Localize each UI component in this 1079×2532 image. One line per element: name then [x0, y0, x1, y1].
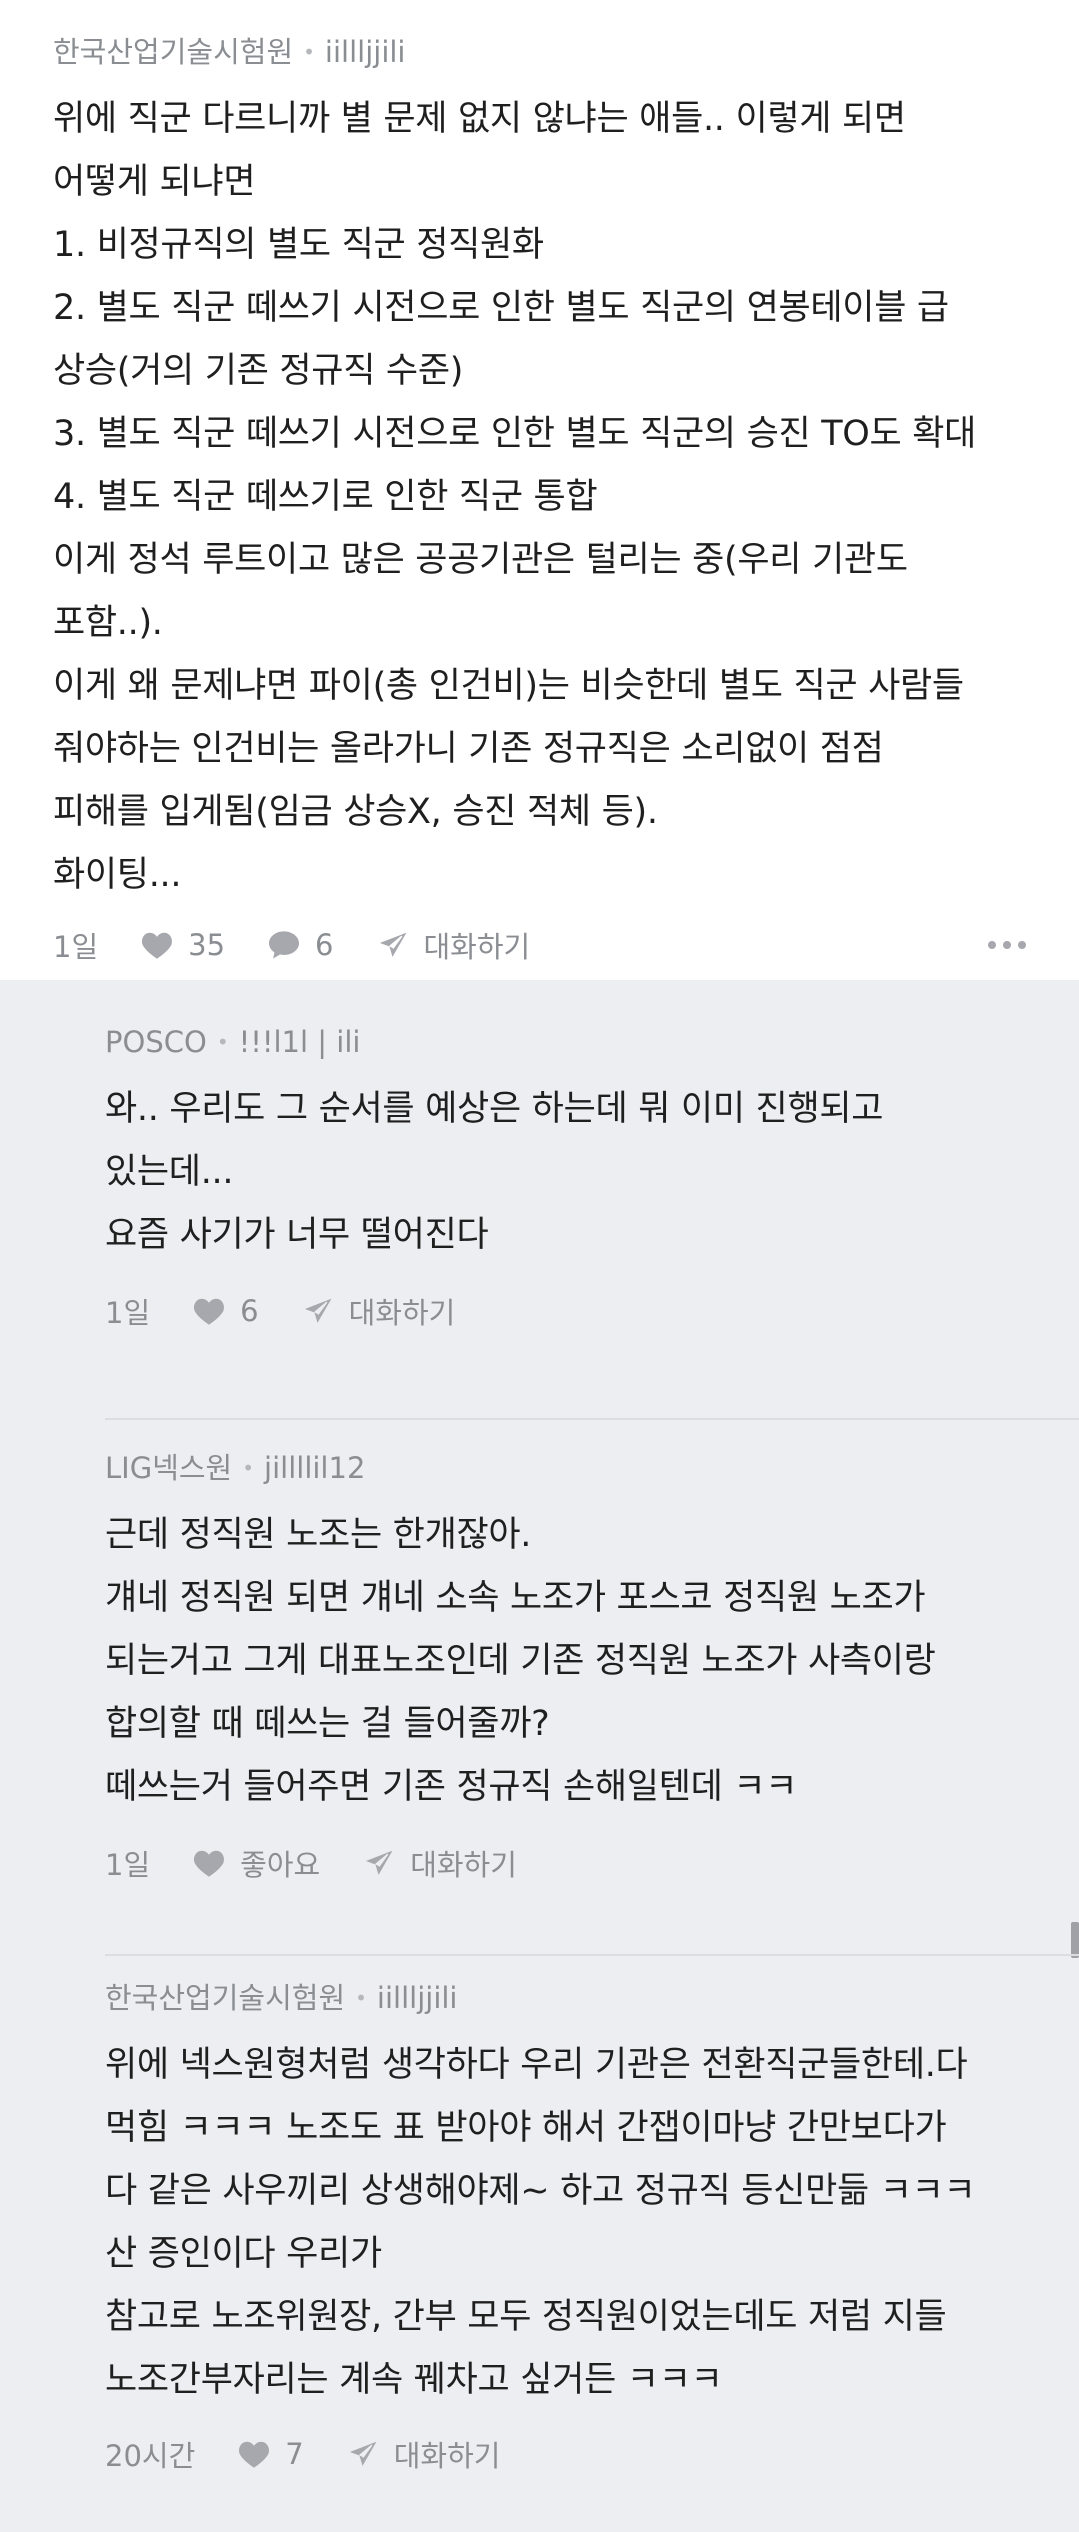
chat-label: 대화하기 [348, 1296, 456, 1330]
comment-line: 이게 왜 문제냐면 파이(총 인건비)는 비슷한데 별도 직군 사람들 [53, 666, 964, 706]
heart-icon [194, 1850, 225, 1877]
comment-bubble-icon [269, 931, 300, 959]
chat-button[interactable]: 대화하기 [300, 1290, 456, 1332]
comment-line: 3. 별도 직군 떼쓰기 시전으로 인한 별도 직군의 승진 TO도 확대 [53, 414, 977, 454]
comment-time: 1일 [53, 930, 99, 964]
comment-line: 이게 정석 루트이고 많은 공공기관은 털리는 중(우리 기관도 [53, 540, 908, 580]
like-button[interactable]: 6 [192, 1294, 259, 1328]
reply-line: 위에 넥스원형처럼 생각하다 우리 기관은 전환직군들한테.다 [105, 2045, 968, 2085]
chat-label: 대화하기 [410, 1848, 517, 1882]
like-button[interactable]: 좋아요 [192, 1842, 320, 1884]
reply-item: LIG넥스원 • jillllil12 근데 정직원 노조는 한개잖아. 걔네 … [105, 1446, 1079, 1887]
author-company[interactable]: 한국산업기술시험원 [105, 1976, 345, 2020]
replies-section: POSCO • !!!l1l | ili 와.. 우리도 그 순서를 예상은 하… [0, 980, 1079, 2532]
comment-line: 피해를 입게됨(임금 상승X, 승진 적체 등). [53, 792, 658, 832]
reply-time: 1일 [105, 1848, 151, 1882]
reply-line: 걔네 정직원 되면 걔네 소속 노조가 포스코 정직원 노조가 [105, 1578, 926, 1618]
meta-separator: • [355, 1986, 367, 2010]
comment-line: 화이팅... [53, 855, 182, 895]
chat-label: 대화하기 [393, 2439, 501, 2473]
reply-time: 20시간 [105, 2439, 196, 2473]
reply-item: 한국산업기술시험원 • iillljjili 위에 넥스원형처럼 생각하다 우리… [105, 1976, 1079, 2478]
reply-line: 먹힘 ㅋㅋㅋ 노조도 표 받아야 해서 간잽이마냥 간만보다가 [105, 2108, 947, 2148]
dot-icon [1003, 941, 1011, 949]
meta-separator: • [216, 1030, 229, 1054]
reply-time: 1일 [105, 1296, 151, 1330]
like-count: 6 [240, 1294, 259, 1328]
comment-line: 어떻게 되냐면 [53, 162, 256, 202]
author-nickname[interactable]: iillljjili [325, 30, 406, 74]
like-label: 좋아요 [240, 1848, 321, 1882]
reply-item: POSCO • !!!l1l | ili 와.. 우리도 그 순서를 예상은 하… [105, 1020, 1079, 1335]
author-company[interactable]: LIG넥스원 [105, 1446, 232, 1490]
like-button[interactable]: 7 [237, 2437, 304, 2471]
reply-actions: 20시간 7 대화하기 [105, 2430, 1079, 2478]
reply-line: 요즘 사기가 너무 떨어진다 [105, 1215, 489, 1255]
more-options-button[interactable] [988, 941, 1026, 949]
reply-divider [105, 1954, 1079, 1956]
comment-body: 위에 직군 다르니까 별 문제 없지 않냐는 애들.. 이렇게 되면 어떻게 되… [53, 88, 1026, 907]
reply-line: 있는데... [105, 1152, 234, 1192]
like-count: 35 [188, 928, 226, 962]
scrollbar-thumb[interactable] [1071, 1922, 1079, 1958]
meta-separator: • [242, 1456, 255, 1480]
comment-line: 포함..). [53, 603, 163, 643]
author-company[interactable]: POSCO [105, 1020, 207, 1064]
heart-icon [142, 932, 173, 959]
like-button[interactable]: 35 [140, 928, 225, 962]
send-icon [362, 1848, 396, 1878]
author-company[interactable]: 한국산업기술시험원 [53, 30, 293, 74]
heart-icon [239, 2441, 270, 2468]
comment-actions: 1일 35 6 대화하기 [53, 921, 1026, 969]
comment-line: 상승(거의 기존 정규직 수준) [53, 351, 464, 391]
chat-button[interactable]: 대화하기 [345, 2433, 501, 2475]
reply-line: 떼쓰는거 들어주면 기존 정규직 손해일텐데 ㅋㅋ [105, 1767, 798, 1807]
like-count: 7 [285, 2437, 304, 2471]
meta-separator: • [303, 40, 315, 64]
reply-actions: 1일 좋아요 대화하기 [105, 1839, 1079, 1887]
main-comment: 한국산업기술시험원 • iillljjili 위에 직군 다르니까 별 문제 없… [0, 0, 1079, 980]
comment-line: 줘야하는 인건비는 올라가니 기존 정규직은 소리없이 점점 [53, 729, 884, 769]
reply-body: 와.. 우리도 그 순서를 예상은 하는데 뭐 이미 진행되고 있는데... 요… [105, 1078, 1079, 1267]
reply-line: 노조간부자리는 계속 꿰차고 싶거든 ㅋㅋㅋ [105, 2360, 723, 2400]
chat-button[interactable]: 대화하기 [362, 1842, 517, 1884]
reply-divider [105, 1418, 1079, 1420]
reply-line: 다 같은 사우끼리 상생해야제~ 하고 정규직 등신만듦 ㅋㅋㅋ [105, 2171, 976, 2211]
author-nickname[interactable]: jillllil12 [264, 1446, 365, 1490]
reply-meta: LIG넥스원 • jillllil12 [105, 1446, 1079, 1490]
comment-count: 6 [315, 928, 334, 962]
dot-icon [988, 941, 996, 949]
chat-label: 대화하기 [423, 930, 531, 964]
author-nickname[interactable]: !!!l1l | ili [239, 1020, 361, 1064]
comment-line: 위에 직군 다르니까 별 문제 없지 않냐는 애들.. 이렇게 되면 [53, 99, 906, 139]
send-icon [375, 930, 410, 960]
reply-line: 산 증인이다 우리가 [105, 2234, 382, 2274]
dot-icon [1018, 941, 1026, 949]
reply-body: 근데 정직원 노조는 한개잖아. 걔네 정직원 되면 걔네 소속 노조가 포스코… [105, 1504, 1079, 1819]
reply-line: 근데 정직원 노조는 한개잖아. [105, 1515, 532, 1555]
reply-line: 되는거고 그게 대표노조인데 기존 정직원 노조가 사측이랑 [105, 1641, 936, 1681]
reply-line: 와.. 우리도 그 순서를 예상은 하는데 뭐 이미 진행되고 [105, 1089, 884, 1129]
chat-button[interactable]: 대화하기 [375, 924, 531, 966]
reply-button[interactable]: 6 [267, 928, 334, 962]
author-nickname[interactable]: iillljjili [377, 1976, 458, 2020]
reply-meta: POSCO • !!!l1l | ili [105, 1020, 1079, 1064]
reply-actions: 1일 6 대화하기 [105, 1287, 1079, 1335]
comment-line: 4. 별도 직군 떼쓰기로 인한 직군 통합 [53, 477, 598, 517]
reply-body: 위에 넥스원형처럼 생각하다 우리 기관은 전환직군들한테.다 먹힘 ㅋㅋㅋ 노… [105, 2034, 1079, 2412]
reply-line: 참고로 노조위원장, 간부 모두 정직원이었는데도 저럼 지들 [105, 2297, 947, 2337]
send-icon [345, 2439, 380, 2469]
heart-icon [194, 1298, 225, 1325]
comment-line: 2. 별도 직군 떼쓰기 시전으로 인한 별도 직군의 연봉테이블 급 [53, 288, 949, 328]
comment-line: 1. 비정규직의 별도 직군 정직원화 [53, 225, 544, 265]
reply-meta: 한국산업기술시험원 • iillljjili [105, 1976, 1079, 2020]
reply-line: 합의할 때 떼쓰는 걸 들어줄까? [105, 1704, 550, 1744]
send-icon [300, 1296, 335, 1326]
comment-meta: 한국산업기술시험원 • iillljjili [53, 30, 1026, 74]
